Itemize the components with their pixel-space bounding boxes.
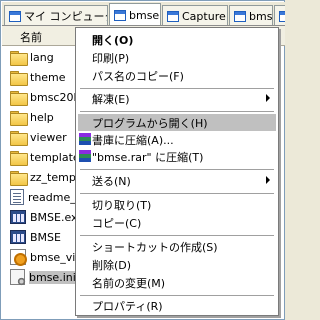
rar-archive-icon xyxy=(79,150,91,162)
menu-item-send-to[interactable]: 送る(N) xyxy=(78,172,276,189)
explorer-window: マイ コンピュータ bmse Capture bms d 名前 lang th xyxy=(0,0,285,320)
file-name: BMSE xyxy=(30,230,61,244)
menu-item-label: プロパティ(R) xyxy=(92,299,163,313)
menu-item-rename[interactable]: 名前の変更(M) xyxy=(78,274,276,291)
tab-label: マイ コンピュータ xyxy=(24,10,108,23)
menu-item-label: 削除(D) xyxy=(92,258,132,272)
menu-item-properties[interactable]: プロパティ(R) xyxy=(78,297,276,314)
menu-item-compress-to[interactable]: 書庫に圧縮(A)... xyxy=(78,131,276,148)
rar-archive-icon xyxy=(79,133,91,145)
ini-file-icon xyxy=(10,269,26,286)
list-item-selected[interactable]: bmse.ini xyxy=(10,267,80,287)
list-item[interactable]: readme_b xyxy=(10,187,80,207)
menu-separator xyxy=(80,295,274,296)
document-icon xyxy=(10,189,24,205)
folder-icon xyxy=(10,110,28,126)
folder-window-icon xyxy=(9,10,21,22)
menu-item-copy[interactable]: コピー(C) xyxy=(78,214,276,231)
executable-icon xyxy=(10,210,26,224)
menu-item-cut[interactable]: 切り取り(T) xyxy=(78,196,276,213)
folder-icon xyxy=(10,70,28,86)
file-name: BMSE.ex xyxy=(30,210,78,224)
tab-bmse[interactable]: bmse xyxy=(109,3,161,25)
folder-icon xyxy=(10,50,28,66)
file-name: help xyxy=(30,110,54,124)
file-name: template xyxy=(30,150,80,164)
context-menu: 開く(O) 印刷(P) パス名のコピー(F) 解凍(E) プログラムから開く(H… xyxy=(75,27,279,316)
tab-label: bmse xyxy=(129,9,160,22)
settings-file-icon xyxy=(10,249,27,266)
menu-item-label: 開く(O) xyxy=(92,33,134,47)
menu-item-open-with[interactable]: プログラムから開く(H) xyxy=(78,114,276,131)
file-name: lang xyxy=(30,50,54,64)
menu-separator xyxy=(80,169,274,170)
tab-capture[interactable]: Capture xyxy=(162,5,228,25)
list-item[interactable]: help xyxy=(10,107,80,127)
menu-item-label: 切り取り(T) xyxy=(92,198,152,212)
menu-item-extract[interactable]: 解凍(E) xyxy=(78,90,276,107)
menu-item-label: ショートカットの作成(S) xyxy=(92,240,218,254)
folder-window-icon xyxy=(234,10,246,22)
file-name: viewer xyxy=(30,130,67,144)
executable-icon xyxy=(10,230,26,244)
tab-d[interactable]: d xyxy=(274,5,285,25)
submenu-arrow-icon xyxy=(266,176,270,184)
file-name: bmse_vie xyxy=(30,250,80,264)
menu-item-label: パス名のコピー(F) xyxy=(92,69,184,83)
menu-item-label: 名前の変更(M) xyxy=(92,276,166,290)
menu-separator xyxy=(80,193,274,194)
list-item[interactable]: BMSE.ex xyxy=(10,207,80,227)
menu-item-label: 書庫に圧縮(A)... xyxy=(92,133,174,147)
tab-my-computer[interactable]: マイ コンピュータ xyxy=(4,5,108,25)
file-name: readme_b xyxy=(28,190,80,204)
menu-separator xyxy=(80,88,274,89)
list-item[interactable]: template xyxy=(10,147,80,167)
column-header-name[interactable]: 名前 xyxy=(20,29,42,45)
menu-item-compress-rar[interactable]: "bmse.rar" に圧縮(T) xyxy=(78,148,276,165)
tab-bms[interactable]: bms xyxy=(229,5,273,25)
menu-item-label: "bmse.rar" に圧縮(T) xyxy=(92,150,204,164)
tab-label: bms xyxy=(249,9,273,23)
list-item[interactable]: zz_templa xyxy=(10,167,80,187)
folder-icon xyxy=(10,150,28,166)
folder-icon xyxy=(10,130,28,146)
menu-item-print[interactable]: 印刷(P) xyxy=(78,49,276,66)
folder-window-icon xyxy=(167,10,179,22)
menu-item-label: コピー(C) xyxy=(92,216,142,230)
menu-item-create-shortcut[interactable]: ショートカットの作成(S) xyxy=(78,238,276,255)
menu-item-delete[interactable]: 削除(D) xyxy=(78,256,276,273)
menu-item-label: プログラムから開く(H) xyxy=(92,116,208,130)
list-item[interactable]: viewer xyxy=(10,127,80,147)
file-name: bmse.ini xyxy=(29,270,76,284)
submenu-arrow-icon xyxy=(266,94,270,102)
list-item[interactable]: bmsc20b xyxy=(10,87,80,107)
menu-separator xyxy=(80,111,274,112)
folder-icon xyxy=(10,90,28,106)
menu-item-label: 送る(N) xyxy=(92,174,131,188)
menu-separator xyxy=(80,235,274,236)
list-item[interactable]: bmse_vie xyxy=(10,247,80,267)
file-name: theme xyxy=(30,70,66,84)
list-item[interactable]: theme xyxy=(10,67,80,87)
list-item[interactable]: BMSE xyxy=(10,227,80,247)
file-name: zz_templa xyxy=(30,170,80,184)
menu-item-copy-path[interactable]: パス名のコピー(F) xyxy=(78,67,276,84)
folder-window-icon xyxy=(279,10,285,22)
folder-icon xyxy=(10,170,28,186)
tab-label: Capture xyxy=(182,9,226,23)
list-item[interactable]: lang xyxy=(10,47,80,67)
tab-strip: マイ コンピュータ bmse Capture bms d xyxy=(2,2,285,26)
file-name: bmsc20b xyxy=(30,90,80,104)
folder-window-icon xyxy=(114,10,126,21)
menu-item-label: 印刷(P) xyxy=(92,51,130,65)
menu-item-label: 解凍(E) xyxy=(92,92,130,106)
menu-item-open[interactable]: 開く(O) xyxy=(78,31,276,48)
